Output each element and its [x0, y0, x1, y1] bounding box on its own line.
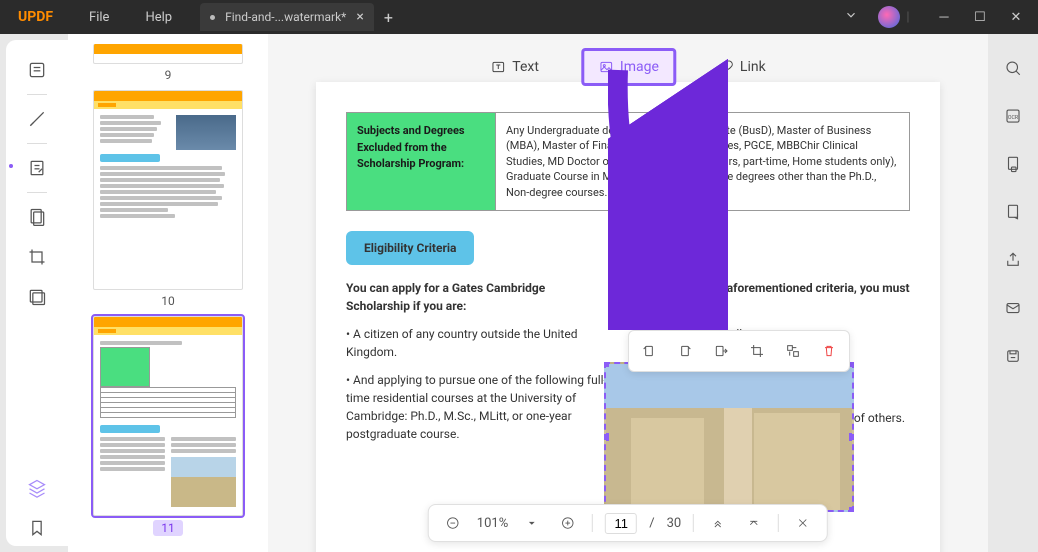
edit-icon[interactable] — [19, 150, 55, 186]
email-icon[interactable] — [997, 292, 1029, 324]
delete-icon[interactable] — [815, 337, 843, 365]
link-tool-label: Link — [740, 59, 766, 75]
resize-handle[interactable] — [604, 362, 609, 367]
search-icon[interactable] — [997, 52, 1029, 84]
tab-close-icon[interactable]: × — [356, 9, 363, 25]
tab-dot-icon — [210, 15, 215, 20]
save-icon[interactable] — [997, 340, 1029, 372]
svg-text:OCR: OCR — [1008, 115, 1019, 121]
page-sep: / — [649, 516, 654, 531]
zoom-in-button[interactable] — [556, 511, 580, 535]
text-tool-button[interactable]: Text — [476, 51, 553, 83]
left-rail — [6, 40, 68, 546]
maximize-button[interactable]: ☐ — [972, 10, 988, 25]
col1-intro: You can apply for a Gates Cambridge Scho… — [346, 279, 608, 315]
text-tool-label: Text — [512, 59, 539, 75]
app-logo: UPDF — [0, 9, 71, 25]
image-tool-label: Image — [620, 59, 659, 75]
rotate-right-icon[interactable] — [671, 337, 699, 365]
image-tool-button[interactable]: Image — [581, 48, 676, 86]
user-avatar[interactable] — [878, 6, 900, 28]
edit-tools-bar: Text Image Link — [476, 48, 779, 86]
reader-mode-icon[interactable] — [19, 52, 55, 88]
crop-icon[interactable] — [19, 239, 55, 275]
col2-intro: Besides these aforementioned criteria, y… — [648, 279, 910, 315]
divider-icon: | — [900, 10, 916, 25]
menu-help[interactable]: Help — [127, 10, 190, 25]
rotate-left-icon[interactable] — [635, 337, 663, 365]
form-icon[interactable] — [997, 196, 1029, 228]
menu-file[interactable]: File — [71, 10, 127, 25]
document-viewport[interactable]: Text Image Link Subjects and Degrees Exc… — [268, 34, 988, 552]
zoom-percent: 101% — [477, 516, 508, 531]
protect-icon[interactable] — [997, 148, 1029, 180]
first-page-button[interactable] — [706, 511, 730, 535]
excluded-subjects-header: Subjects and Degrees Excluded from the S… — [346, 112, 496, 211]
tab-title: Find-and-...watermark* — [225, 10, 346, 24]
selected-image[interactable] — [604, 362, 854, 512]
thumbnail-panel[interactable]: 9 — [68, 34, 268, 552]
replace-icon[interactable] — [779, 337, 807, 365]
zoom-dropdown-icon[interactable] — [520, 511, 544, 535]
layers-icon[interactable] — [19, 470, 55, 506]
minimize-button[interactable]: ─ — [936, 9, 952, 25]
annotate-icon[interactable] — [19, 101, 55, 137]
organize-icon[interactable] — [19, 199, 55, 235]
extract-icon[interactable] — [707, 337, 735, 365]
eligibility-heading: Eligibility Criteria — [346, 231, 474, 265]
close-toolbar-button[interactable] — [791, 511, 815, 535]
redact-icon[interactable] — [19, 279, 55, 315]
thumbnail-page-9[interactable] — [93, 44, 243, 64]
col1-bullet: • A citizen of any country outside the U… — [346, 325, 608, 361]
zoom-out-button[interactable] — [441, 511, 465, 535]
resize-handle[interactable] — [604, 433, 609, 441]
chevron-down-icon[interactable] — [844, 8, 858, 26]
share-icon[interactable] — [997, 244, 1029, 276]
thumbnail-label: 11 — [153, 520, 183, 536]
crop-image-icon[interactable] — [743, 337, 771, 365]
bookmark-icon[interactable] — [19, 510, 55, 546]
resize-handle[interactable] — [849, 433, 854, 441]
excluded-subjects-text: Any Undergraduate degree, Business Docto… — [496, 112, 910, 211]
document-tab[interactable]: Find-and-...watermark* × — [200, 3, 374, 31]
workspace: 9 — [0, 34, 1038, 552]
col1-bullet: • And applying to pursue one of the foll… — [346, 371, 608, 443]
total-pages: 30 — [667, 516, 682, 531]
prev-page-button[interactable] — [742, 511, 766, 535]
bottom-toolbar: 101% / 30 — [428, 504, 828, 542]
thumbnail-label: 9 — [165, 68, 172, 82]
current-page-input[interactable] — [605, 513, 637, 534]
link-tool-button[interactable]: Link — [704, 51, 780, 83]
new-tab-button[interactable]: + — [384, 8, 393, 27]
document-page: Subjects and Degrees Excluded from the S… — [316, 82, 940, 552]
ocr-icon[interactable]: OCR — [997, 100, 1029, 132]
resize-handle[interactable] — [849, 507, 854, 512]
close-button[interactable]: ✕ — [1008, 10, 1024, 25]
right-rail: OCR — [988, 34, 1038, 552]
thumbnail-page-11[interactable] — [93, 316, 243, 516]
image-context-toolbar — [628, 330, 850, 372]
thumbnail-label: 10 — [161, 294, 175, 308]
titlebar: UPDF File Help Find-and-...watermark* × … — [0, 0, 1038, 34]
thumbnail-page-10[interactable] — [93, 90, 243, 290]
